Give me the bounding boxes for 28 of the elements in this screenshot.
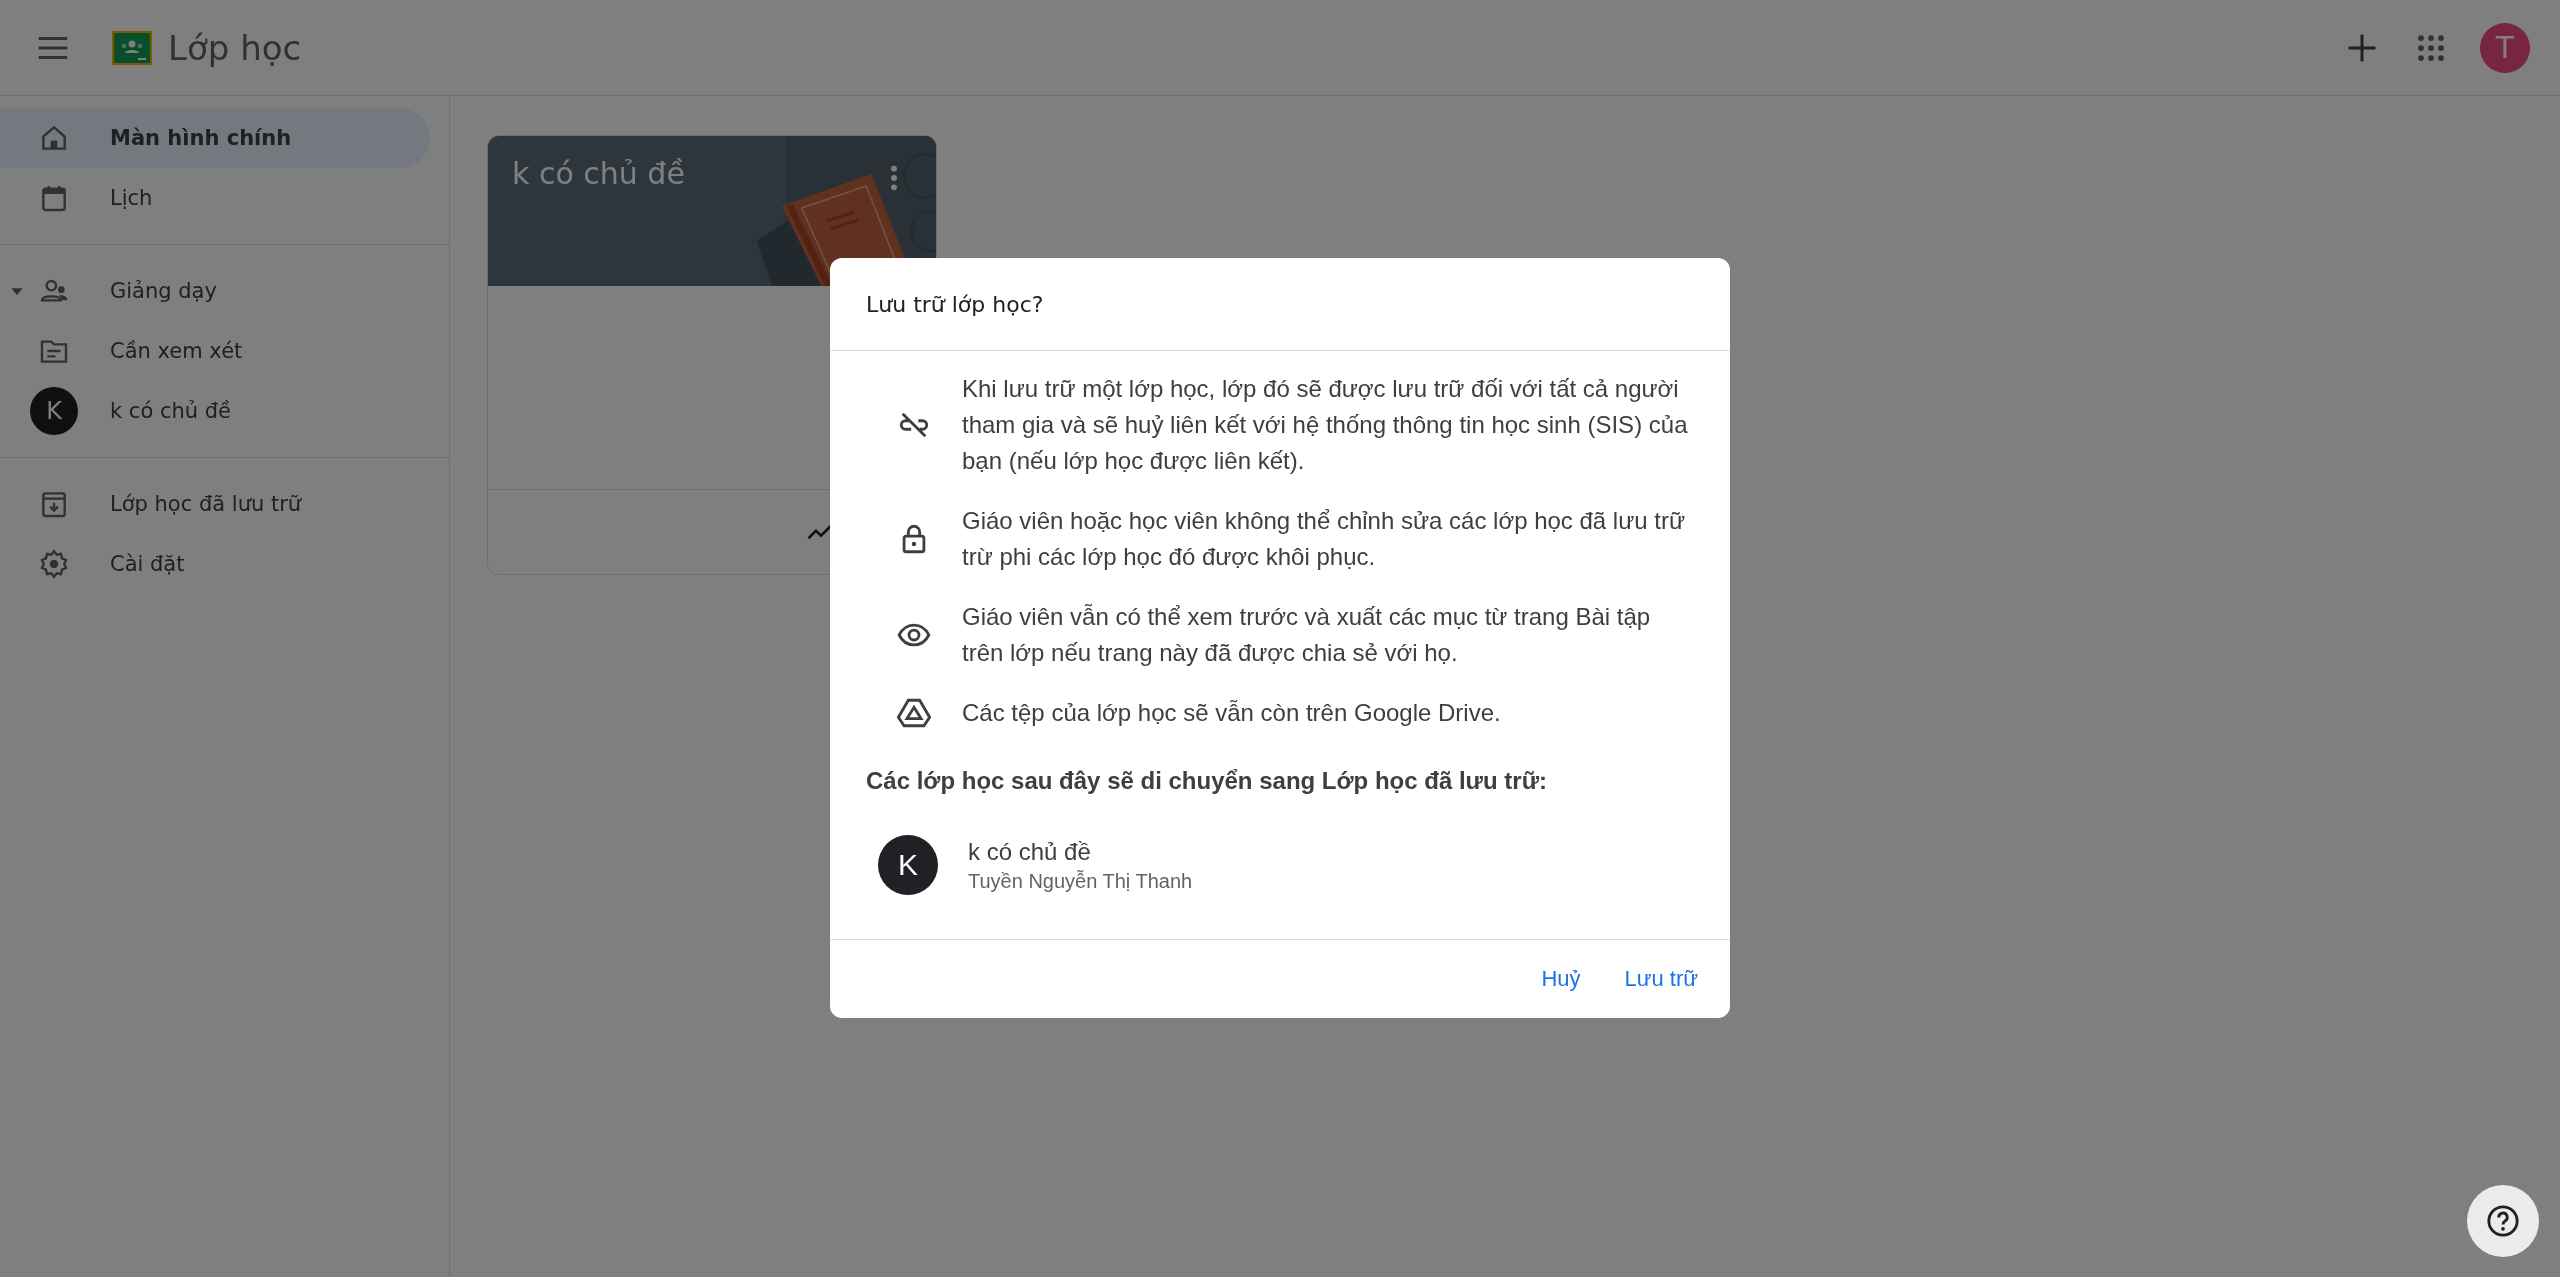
- nav-item[interactable]: Lớp học đã lưu trữ: [0, 474, 430, 534]
- nav-item[interactable]: Cài đặt: [0, 534, 430, 594]
- cancel-button[interactable]: Huỷ: [1529, 956, 1593, 1002]
- archive-button[interactable]: Lưu trữ: [1612, 956, 1710, 1002]
- nav-item[interactable]: Màn hình chính: [0, 108, 430, 168]
- account-avatar[interactable]: T: [2480, 22, 2530, 73]
- nav-item[interactable]: Cần xem xét: [0, 321, 430, 381]
- info-text: Giáo viên vẫn có thể xem trước và xuất các mục từ trang Bài tập trên lớp nếu trang này đã được chia sẻ với họ.: [962, 602, 1652, 668]
- nav-item[interactable]: Lịch: [0, 168, 430, 228]
- nav-item[interactable]: K k có chủ đề: [0, 381, 430, 441]
- class-avatar: K: [878, 835, 938, 895]
- nav-label[interactable]: Giảng dạy: [110, 279, 217, 303]
- apps-grid-icon[interactable]: [2416, 32, 2446, 63]
- settings-icon: [38, 548, 70, 580]
- class-name: k có chủ đề: [968, 837, 1092, 866]
- drive-icon: [897, 696, 931, 730]
- list-heading: Các lớp học sau đây sẽ di chuyển sang Lớp học đã lưu trữ:: [866, 767, 1548, 795]
- help-icon: [2486, 1204, 2520, 1238]
- info-text: Các tệp của lớp học sẽ vẫn còn trên Google Drive.: [962, 698, 1502, 728]
- class-title[interactable]: k có chủ đề: [512, 156, 685, 191]
- info-text: Khi lưu trữ một lớp học, lớp đó sẽ được lưu trữ đối với tất cả người tham gia và sẽ huỷ liên kết với hệ thống thông tin học sinh (SIS) của bạn (nếu lớp học được liên kết).: [962, 374, 1689, 476]
- app-title: Lớp học: [168, 27, 302, 68]
- info-text: Giáo viên hoặc học viên không thể chỉnh sửa các lớp học đã lưu trữ trừ phi các lớp học đó được khôi phục.: [962, 506, 1686, 572]
- teacher-name: Tuyền Nguyễn Thị Thanh: [968, 869, 1193, 893]
- more-options-icon[interactable]: [890, 164, 898, 192]
- class-avatar: K: [30, 387, 78, 435]
- classroom-logo-icon: [112, 30, 152, 65]
- dialog-title: Lưu trữ lớp học?: [830, 258, 1730, 351]
